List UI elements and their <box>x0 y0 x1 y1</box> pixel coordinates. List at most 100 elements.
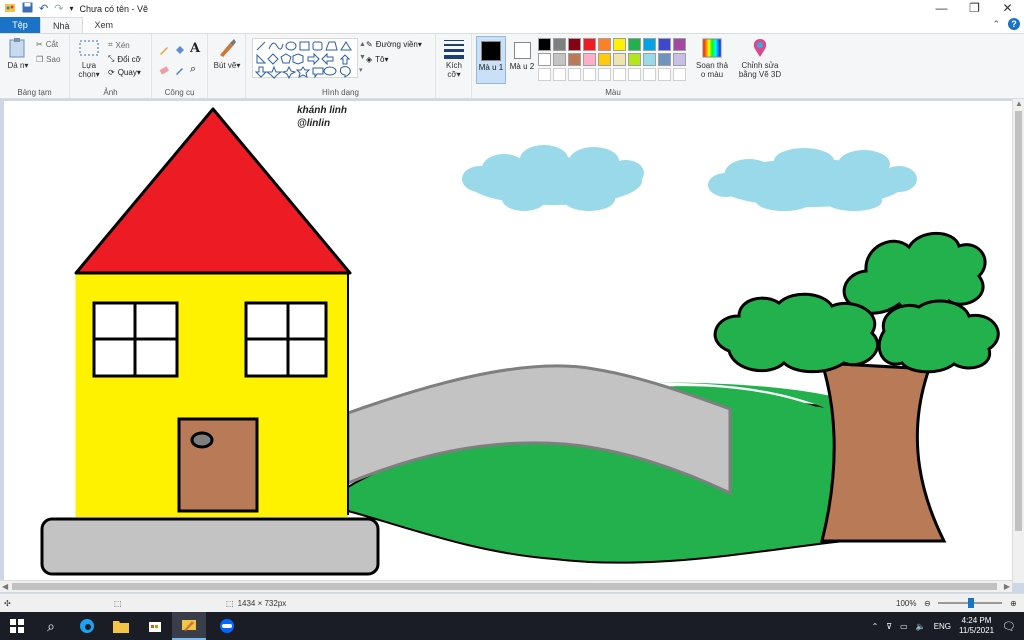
eraser-icon[interactable] <box>158 64 170 78</box>
vpn-icon[interactable]: ⊽ <box>886 622 892 631</box>
scroll-left-arrow[interactable]: ◀ <box>2 582 8 591</box>
tab-home[interactable]: Nhà <box>40 17 83 33</box>
fill-bucket-icon[interactable] <box>174 44 186 58</box>
taskbar-paint[interactable] <box>172 612 206 640</box>
scroll-right-arrow[interactable]: ▶ <box>1004 582 1010 591</box>
search-button[interactable]: ⌕ <box>34 612 68 640</box>
paint-app-icon <box>4 2 16 16</box>
edit-colors-button[interactable]: Soạn thả o màu <box>694 37 730 79</box>
select-button[interactable]: Lựa chọn▾ <box>75 37 103 79</box>
edit-paint3d-button[interactable]: Chỉnh sửa bằng Vẽ 3D <box>737 37 783 79</box>
palette-swatch[interactable] <box>583 38 596 51</box>
zoom-slider-thumb[interactable] <box>968 598 974 608</box>
palette-swatch[interactable] <box>628 53 641 66</box>
tab-view[interactable]: Xem <box>83 17 126 33</box>
zoom-in-button[interactable]: ⊕ <box>1010 594 1017 613</box>
palette-swatch[interactable] <box>673 53 686 66</box>
canvas-size-text: 1434 × 732px <box>237 599 287 608</box>
tab-file[interactable]: Tệp <box>0 17 40 33</box>
image-group: Lựa chọn▾ ⌗ Xén ⤡ Đổi cỡ ⟳ Quay▾ Ảnh <box>70 34 152 98</box>
palette-swatch[interactable] <box>643 38 656 51</box>
palette-swatch[interactable] <box>553 38 566 51</box>
edge-icon <box>80 619 94 633</box>
horizontal-scrollbar[interactable]: ◀ ▶ <box>0 580 1012 592</box>
palette-swatch[interactable] <box>658 38 671 51</box>
help-icon[interactable]: ? <box>1008 18 1020 30</box>
palette-swatch[interactable] <box>538 38 551 51</box>
palette-swatch[interactable] <box>658 53 671 66</box>
palette-swatch[interactable] <box>673 38 686 51</box>
scroll-up-arrow[interactable]: ▲ <box>1015 99 1023 108</box>
paste-button[interactable]: Dá n▾ <box>5 37 31 70</box>
cursor-position-icon: ✣ <box>4 599 11 608</box>
taskbar-edge[interactable] <box>70 612 104 640</box>
palette-swatch[interactable] <box>598 68 611 81</box>
horizontal-scroll-thumb[interactable] <box>12 583 997 590</box>
zoom-out-button[interactable]: ⊖ <box>924 594 931 613</box>
text-tool-icon[interactable]: A <box>190 41 200 56</box>
shapes-gallery[interactable] <box>252 38 358 80</box>
taskbar-explorer[interactable] <box>104 612 138 640</box>
color-picker-icon[interactable] <box>174 64 186 78</box>
outline-dropdown[interactable]: ✎ Đường viền▾ <box>366 40 422 49</box>
palette-swatch[interactable] <box>643 68 656 81</box>
rotate-button[interactable]: ⟳ Quay▾ <box>108 68 141 77</box>
palette-swatch[interactable] <box>598 53 611 66</box>
palette-swatch[interactable] <box>568 53 581 66</box>
palette-swatch[interactable] <box>613 53 626 66</box>
shapes-gallery-icons <box>254 41 352 80</box>
status-bar: ✣ ⬚ ⬚ 1434 × 732px 100% ⊖ ⊕ <box>0 593 1024 612</box>
size-button[interactable]: Kích cỡ▾ <box>441 37 467 79</box>
input-language[interactable]: ENG <box>934 622 951 631</box>
palette-swatch[interactable] <box>628 68 641 81</box>
fill-icon: ◈ <box>366 55 373 64</box>
taskbar-clock[interactable]: 4:24 PM 11/5/2021 <box>959 616 994 636</box>
collapse-ribbon-icon[interactable]: ⌃ <box>992 19 1000 30</box>
palette-swatch[interactable] <box>538 68 551 81</box>
notification-icon[interactable]: 🗨 <box>1002 620 1016 633</box>
pencil-icon[interactable] <box>158 44 170 58</box>
redo-icon[interactable]: ↷ <box>54 2 63 15</box>
palette-swatch[interactable] <box>628 38 641 51</box>
taskbar-zalo[interactable] <box>210 612 244 640</box>
magnifier-icon[interactable]: ⌕ <box>190 63 196 76</box>
palette-swatch[interactable] <box>538 53 551 66</box>
brushes-button[interactable]: Bút vẽ▾ <box>213 37 241 70</box>
copy-button[interactable]: ❐ Sao <box>36 55 60 64</box>
network-icon[interactable]: ▭ <box>900 622 908 631</box>
palette-swatch[interactable] <box>553 53 566 66</box>
palette-swatch[interactable] <box>613 38 626 51</box>
resize-button[interactable]: ⤡ Đổi cỡ <box>108 54 141 64</box>
crop-button[interactable]: ⌗ Xén <box>108 40 130 50</box>
cut-button[interactable]: ✂ Cắt <box>36 40 58 49</box>
palette-swatch[interactable] <box>553 68 566 81</box>
palette-swatch[interactable] <box>613 68 626 81</box>
palette-swatch[interactable] <box>643 53 656 66</box>
drawing-canvas[interactable]: khánh linh @linlin <box>4 101 1012 583</box>
rotate-icon: ⟳ <box>108 68 115 77</box>
taskbar-store[interactable] <box>138 612 172 640</box>
palette-swatch[interactable] <box>568 68 581 81</box>
palette-swatch[interactable] <box>568 38 581 51</box>
start-button[interactable] <box>0 612 34 640</box>
customize-toolbar-icon[interactable]: ▾ <box>69 4 73 13</box>
ribbon: Dá n▾ ✂ Cắt ❐ Sao Bảng tạm Lựa chọn▾ ⌗ Xén … <box>0 33 1024 99</box>
color1-button[interactable]: Mà u 1 <box>476 36 506 84</box>
palette-swatch[interactable] <box>583 68 596 81</box>
minimize-button[interactable]: — <box>925 0 958 17</box>
palette-swatch[interactable] <box>673 68 686 81</box>
palette-swatch[interactable] <box>658 68 671 81</box>
undo-icon[interactable]: ↶ <box>39 2 48 15</box>
close-button[interactable]: ✕ <box>991 0 1024 17</box>
maximize-button[interactable]: ❐ <box>958 0 991 17</box>
vertical-scrollbar[interactable]: ▲ <box>1012 99 1024 583</box>
save-icon[interactable] <box>22 2 33 15</box>
shapes-gallery-scroll[interactable]: ▲ ▼ ▾ <box>359 38 366 77</box>
palette-swatch[interactable] <box>583 53 596 66</box>
palette-swatch[interactable] <box>598 38 611 51</box>
tray-expand-icon[interactable]: ⌃ <box>872 622 879 631</box>
color2-button[interactable]: Mà u 2 <box>508 36 536 84</box>
volume-icon[interactable]: 🔈 <box>916 622 926 631</box>
fill-dropdown[interactable]: ◈ Tô▾ <box>366 55 389 64</box>
vertical-scroll-thumb[interactable] <box>1015 111 1022 531</box>
